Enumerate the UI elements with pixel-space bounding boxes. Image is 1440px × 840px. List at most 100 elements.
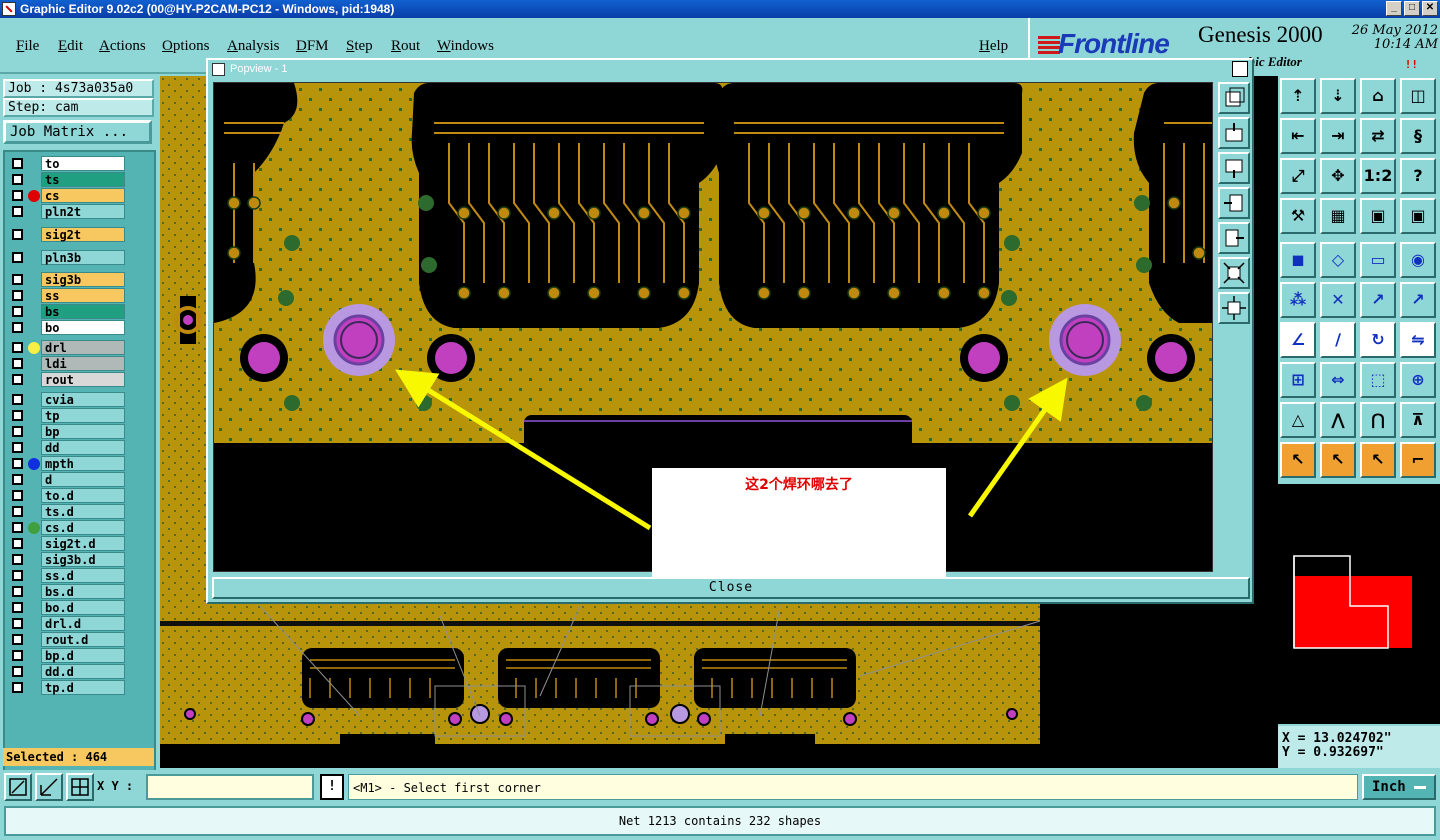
layer-name[interactable]: tp bbox=[41, 408, 125, 423]
layer-name[interactable]: tp.d bbox=[41, 680, 125, 695]
scale-button[interactable]: 1:2 bbox=[1360, 158, 1396, 194]
layers-b-button[interactable]: ▣ bbox=[1400, 198, 1436, 234]
arc-c-button[interactable]: ⋂ bbox=[1360, 402, 1396, 438]
layer-name[interactable]: bs bbox=[41, 304, 125, 319]
layer-row-rout-d[interactable]: rout.d bbox=[7, 632, 125, 647]
layer-checkbox[interactable] bbox=[12, 158, 23, 169]
layer-name[interactable]: ts.d bbox=[41, 504, 125, 519]
layer-name[interactable]: sig3b bbox=[41, 272, 125, 287]
layer-name[interactable]: cs.d bbox=[41, 520, 125, 535]
layer-checkbox[interactable] bbox=[12, 602, 23, 613]
layer-row-ss[interactable]: ss bbox=[7, 288, 125, 303]
popview-zoom-out-button[interactable] bbox=[1218, 292, 1250, 324]
layer-name[interactable]: drl bbox=[41, 340, 125, 355]
layer-name[interactable]: rout bbox=[41, 372, 125, 387]
center-button[interactable]: ✥ bbox=[1320, 158, 1356, 194]
layer-checkbox[interactable] bbox=[12, 322, 23, 333]
navigation-map[interactable] bbox=[1278, 484, 1440, 724]
layer-row-cs-d[interactable]: cs.d bbox=[7, 520, 125, 535]
layer-checkbox[interactable] bbox=[12, 554, 23, 565]
redraw-button[interactable]: § bbox=[1400, 118, 1436, 154]
units-select[interactable]: Inch bbox=[1362, 774, 1436, 800]
layer-name[interactable]: sig2t bbox=[41, 227, 125, 242]
layer-checkbox[interactable] bbox=[12, 522, 23, 533]
popview-zoom-home-button[interactable] bbox=[1218, 82, 1250, 114]
layer-row-drl-d[interactable]: drl.d bbox=[7, 616, 125, 631]
tools-button[interactable]: ⚒ bbox=[1280, 198, 1316, 234]
minimize-button[interactable]: _ bbox=[1386, 1, 1402, 16]
layer-row-bp-d[interactable]: bp.d bbox=[7, 648, 125, 663]
layer-checkbox[interactable] bbox=[12, 174, 23, 185]
layer-checkbox[interactable] bbox=[12, 458, 23, 469]
layer-name[interactable]: to bbox=[41, 156, 125, 171]
line-button[interactable]: ∠ bbox=[1280, 322, 1316, 358]
pan-right-button[interactable]: ⇥ bbox=[1320, 118, 1356, 154]
move-button[interactable]: ↗ bbox=[1360, 282, 1396, 318]
stretch-button[interactable]: ⬚ bbox=[1360, 362, 1396, 398]
arc-b-button[interactable]: ⋀ bbox=[1320, 402, 1356, 438]
layer-name[interactable]: ldi bbox=[41, 356, 125, 371]
layer-name[interactable]: cs bbox=[41, 188, 125, 203]
layer-checkbox[interactable] bbox=[12, 274, 23, 285]
maximize-button[interactable]: □ bbox=[1404, 1, 1420, 16]
layer-checkbox[interactable] bbox=[12, 252, 23, 263]
menu-dfm[interactable]: DFM bbox=[296, 38, 329, 55]
zoom-down-button[interactable]: ⇣ bbox=[1320, 78, 1356, 114]
exclaim-button[interactable]: ! bbox=[320, 774, 344, 800]
menu-windows[interactable]: Windows bbox=[437, 38, 494, 55]
popview-zoom-in-button[interactable] bbox=[1218, 257, 1250, 289]
zoom-window-button[interactable] bbox=[4, 773, 32, 801]
layer-row-bs[interactable]: bs bbox=[7, 304, 125, 319]
menu-help[interactable]: Help bbox=[979, 38, 1008, 55]
layer-row-to[interactable]: to bbox=[7, 156, 125, 171]
layer-name[interactable]: d bbox=[41, 472, 125, 487]
layer-name[interactable]: bo.d bbox=[41, 600, 125, 615]
job-matrix-button[interactable]: Job Matrix ... bbox=[3, 120, 152, 144]
xy-input[interactable] bbox=[146, 774, 314, 800]
layer-row-rout[interactable]: rout bbox=[7, 372, 125, 387]
layer-checkbox[interactable] bbox=[12, 570, 23, 581]
layer-row-pln2t[interactable]: pln2t bbox=[7, 204, 125, 219]
layer-checkbox[interactable] bbox=[12, 666, 23, 677]
layer-name[interactable]: pln2t bbox=[41, 204, 125, 219]
split-view-button[interactable]: ◫ bbox=[1400, 78, 1436, 114]
cross-button[interactable]: ✕ bbox=[1320, 282, 1356, 318]
group-button[interactable]: ⊕ bbox=[1400, 362, 1436, 398]
layer-row-bp[interactable]: bp bbox=[7, 424, 125, 439]
arc-a-button[interactable]: △ bbox=[1280, 402, 1316, 438]
fit-button[interactable]: ⤢ bbox=[1280, 158, 1316, 194]
route-button[interactable]: ⌐ bbox=[1400, 442, 1436, 478]
popview-titlebar[interactable]: Popview - 1 ✕ bbox=[208, 60, 1252, 79]
home-button[interactable]: ⌂ bbox=[1360, 78, 1396, 114]
layer-name[interactable]: pln3b bbox=[41, 250, 125, 265]
layer-checkbox[interactable] bbox=[12, 506, 23, 517]
layer-checkbox[interactable] bbox=[12, 374, 23, 385]
layer-name[interactable]: ss.d bbox=[41, 568, 125, 583]
select-box-button[interactable]: ↖ bbox=[1320, 442, 1356, 478]
layer-checkbox[interactable] bbox=[12, 474, 23, 485]
layer-checkbox[interactable] bbox=[12, 618, 23, 629]
menu-analysis[interactable]: Analysis bbox=[227, 38, 280, 55]
layer-row-dd[interactable]: dd bbox=[7, 440, 125, 455]
window-titlebar[interactable]: Graphic Editor 9.02c2 (00@HY-P2CAM-PC12 … bbox=[0, 0, 1440, 18]
layer-checkbox[interactable] bbox=[12, 634, 23, 645]
select-button[interactable]: ↖ bbox=[1280, 442, 1316, 478]
layer-row-dd-d[interactable]: dd.d bbox=[7, 664, 125, 679]
layer-checkbox[interactable] bbox=[12, 358, 23, 369]
layer-row-tp-d[interactable]: tp.d bbox=[7, 680, 125, 695]
layer-checkbox[interactable] bbox=[12, 538, 23, 549]
layer-checkbox[interactable] bbox=[12, 306, 23, 317]
layer-name[interactable]: sig3b.d bbox=[41, 552, 125, 567]
layer-row-d[interactable]: d bbox=[7, 472, 125, 487]
layer-name[interactable]: bs.d bbox=[41, 584, 125, 599]
layer-name[interactable]: dd.d bbox=[41, 664, 125, 679]
layer-row-cvia[interactable]: cvia bbox=[7, 392, 125, 407]
slash-button[interactable]: ∕ bbox=[1320, 322, 1356, 358]
layer-row-to-d[interactable]: to.d bbox=[7, 488, 125, 503]
pad-button[interactable]: ◼ bbox=[1280, 242, 1316, 278]
query-button[interactable]: ? bbox=[1400, 158, 1436, 194]
popview-pan-left-button[interactable] bbox=[1218, 187, 1250, 219]
layer-checkbox[interactable] bbox=[12, 682, 23, 693]
close-window-button[interactable]: ✕ bbox=[1422, 1, 1438, 16]
layer-checkbox[interactable] bbox=[12, 394, 23, 405]
